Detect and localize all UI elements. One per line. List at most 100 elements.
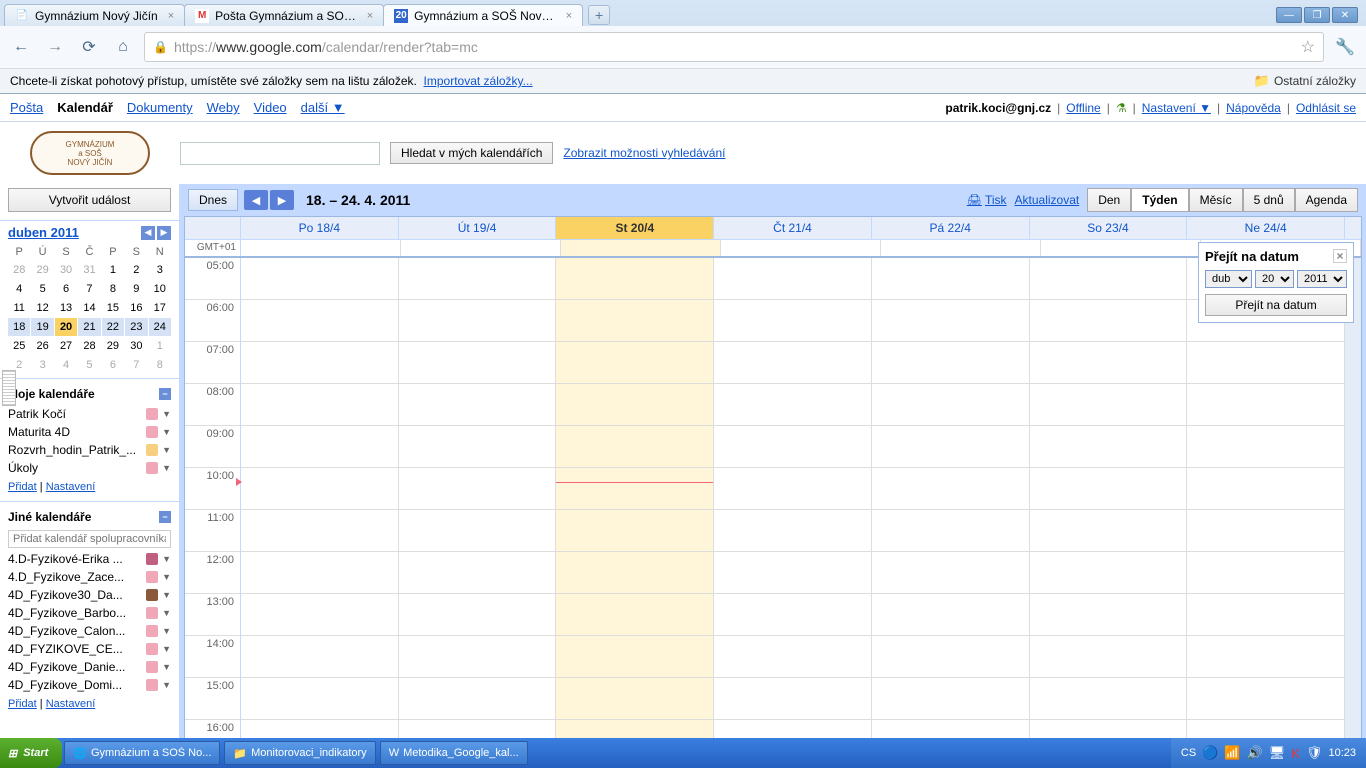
search-button[interactable]: Hledat v mých kalendářích <box>390 142 553 164</box>
nav-link[interactable]: Dokumenty <box>127 100 193 115</box>
mini-day[interactable]: 28 <box>8 261 30 279</box>
calendar-color-chip[interactable] <box>146 661 158 673</box>
mini-day[interactable]: 22 <box>102 318 124 336</box>
calendar-color-chip[interactable] <box>146 589 158 601</box>
mini-next-button[interactable]: ▶ <box>157 226 171 240</box>
mini-day[interactable]: 26 <box>31 337 53 355</box>
mini-day[interactable]: 4 <box>55 356 77 374</box>
browser-tab[interactable]: MPošta Gymnázium a SOŠ N...× <box>184 4 384 26</box>
dropdown-icon[interactable]: ▼ <box>162 644 171 654</box>
calendar-color-chip[interactable] <box>146 679 158 691</box>
mini-day[interactable]: 18 <box>8 318 30 336</box>
view-tab[interactable]: Týden <box>1131 188 1188 212</box>
url-bar[interactable]: 🔒 https://www.google.com/calendar/render… <box>144 32 1324 62</box>
day-header[interactable]: Po 18/4 <box>241 217 399 239</box>
taskbar-item[interactable]: 🌐Gymnázium a SOŠ No... <box>64 741 220 765</box>
allday-cell[interactable] <box>721 240 881 256</box>
day-header[interactable]: Út 19/4 <box>399 217 557 239</box>
calendar-item[interactable]: 4D_Fyzikove_Domi...▼ <box>0 676 179 694</box>
print-link[interactable]: 🖨 Tisk <box>967 193 1007 207</box>
add-other-link[interactable]: Přidat <box>8 698 37 710</box>
minimize-button[interactable]: ― <box>1276 7 1302 23</box>
day-column[interactable] <box>399 258 557 762</box>
dropdown-icon[interactable]: ▼ <box>162 572 171 582</box>
mini-day[interactable]: 9 <box>125 280 147 298</box>
mini-day[interactable]: 30 <box>55 261 77 279</box>
today-button[interactable]: Dnes <box>188 189 238 211</box>
mini-day[interactable]: 10 <box>149 280 171 298</box>
mini-prev-button[interactable]: ◀ <box>141 226 155 240</box>
goto-close-button[interactable]: × <box>1333 249 1347 263</box>
calendar-item[interactable]: 4D_Fyzikove_Barbo...▼ <box>0 604 179 622</box>
calendar-color-chip[interactable] <box>146 643 158 655</box>
day-header[interactable]: St 20/4 <box>556 217 714 239</box>
calendar-item[interactable]: 4.D-Fyzikové-Erika ...▼ <box>0 550 179 568</box>
tab-close-icon[interactable]: × <box>168 10 174 22</box>
maximize-button[interactable]: ❐ <box>1304 7 1330 23</box>
calendar-item[interactable]: Patrik Kočí▼ <box>0 405 179 423</box>
allday-cell[interactable] <box>1041 240 1201 256</box>
refresh-link[interactable]: Aktualizovat <box>1015 193 1080 207</box>
calendar-color-chip[interactable] <box>146 426 158 438</box>
mini-day[interactable]: 16 <box>125 299 147 317</box>
browser-tab[interactable]: 📄Gymnázium Nový Jičín× <box>4 4 185 26</box>
dropdown-icon[interactable]: ▼ <box>162 590 171 600</box>
offline-link[interactable]: Offline <box>1066 101 1100 115</box>
calendar-color-chip[interactable] <box>146 462 158 474</box>
create-event-button[interactable]: Vytvořit událost <box>8 188 171 212</box>
mini-day[interactable]: 20 <box>55 318 77 336</box>
mini-day[interactable]: 19 <box>31 318 53 336</box>
browser-tab[interactable]: 20Gymnázium a SOŠ Nový Jičí...× <box>383 4 583 26</box>
bookmark-star-icon[interactable]: ☆ <box>1301 37 1315 57</box>
day-header[interactable]: Ne 24/4 <box>1187 217 1345 239</box>
mini-day[interactable]: 12 <box>31 299 53 317</box>
calendar-item[interactable]: 4D_Fyzikove_Danie...▼ <box>0 658 179 676</box>
day-header[interactable]: So 23/4 <box>1030 217 1188 239</box>
taskbar-item[interactable]: WMetodika_Google_kal... <box>380 741 528 765</box>
calendar-color-chip[interactable] <box>146 625 158 637</box>
import-bookmarks-link[interactable]: Importovat záložky... <box>424 74 533 88</box>
mini-day[interactable]: 3 <box>149 261 171 279</box>
allday-cell[interactable] <box>401 240 561 256</box>
allday-cell[interactable] <box>241 240 401 256</box>
calendar-item[interactable]: Maturita 4D▼ <box>0 423 179 441</box>
day-column[interactable] <box>872 258 1030 762</box>
mini-day[interactable]: 8 <box>102 280 124 298</box>
mini-day[interactable]: 7 <box>78 280 100 298</box>
dropdown-icon[interactable]: ▼ <box>162 427 171 437</box>
tray-icon[interactable]: 📶 <box>1224 745 1240 761</box>
wrench-icon[interactable]: 🔧 <box>1332 34 1358 60</box>
goto-month-select[interactable]: dub <box>1205 270 1252 288</box>
tray-icon[interactable]: 🛡 <box>1306 745 1323 761</box>
calendar-color-chip[interactable] <box>146 607 158 619</box>
calendar-color-chip[interactable] <box>146 408 158 420</box>
help-link[interactable]: Nápověda <box>1226 101 1281 115</box>
tray-icon[interactable]: 🔵 <box>1202 745 1218 761</box>
calendar-color-chip[interactable] <box>146 553 158 565</box>
mini-day[interactable]: 1 <box>102 261 124 279</box>
mini-day[interactable]: 6 <box>55 280 77 298</box>
dropdown-icon[interactable]: ▼ <box>162 463 171 473</box>
calendar-item[interactable]: 4.D_Fyzikove_Zace...▼ <box>0 568 179 586</box>
clock[interactable]: 10:23 <box>1328 747 1356 759</box>
mini-day[interactable]: 11 <box>8 299 30 317</box>
calendar-item[interactable]: Rozvrh_hodin_Patrik_...▼ <box>0 441 179 459</box>
mini-day[interactable]: 29 <box>31 261 53 279</box>
other-bookmarks[interactable]: 📁 Ostatní záložky <box>1254 73 1356 89</box>
mini-day[interactable]: 28 <box>78 337 100 355</box>
nav-link[interactable]: Kalendář <box>57 100 113 115</box>
mini-day[interactable]: 14 <box>78 299 100 317</box>
forward-button[interactable]: → <box>42 34 68 60</box>
mini-day[interactable]: 2 <box>125 261 147 279</box>
search-input[interactable] <box>180 142 380 165</box>
reload-button[interactable]: ⟳ <box>76 34 102 60</box>
close-window-button[interactable]: ✕ <box>1332 7 1358 23</box>
calendar-item[interactable]: 4D_FYZIKOVE_CE...▼ <box>0 640 179 658</box>
mini-day[interactable]: 3 <box>31 356 53 374</box>
view-tab[interactable]: Den <box>1087 188 1131 212</box>
nav-link[interactable]: Video <box>254 100 287 115</box>
day-column[interactable] <box>241 258 399 762</box>
mini-day[interactable]: 6 <box>102 356 124 374</box>
mini-day[interactable]: 17 <box>149 299 171 317</box>
day-column[interactable] <box>714 258 872 762</box>
